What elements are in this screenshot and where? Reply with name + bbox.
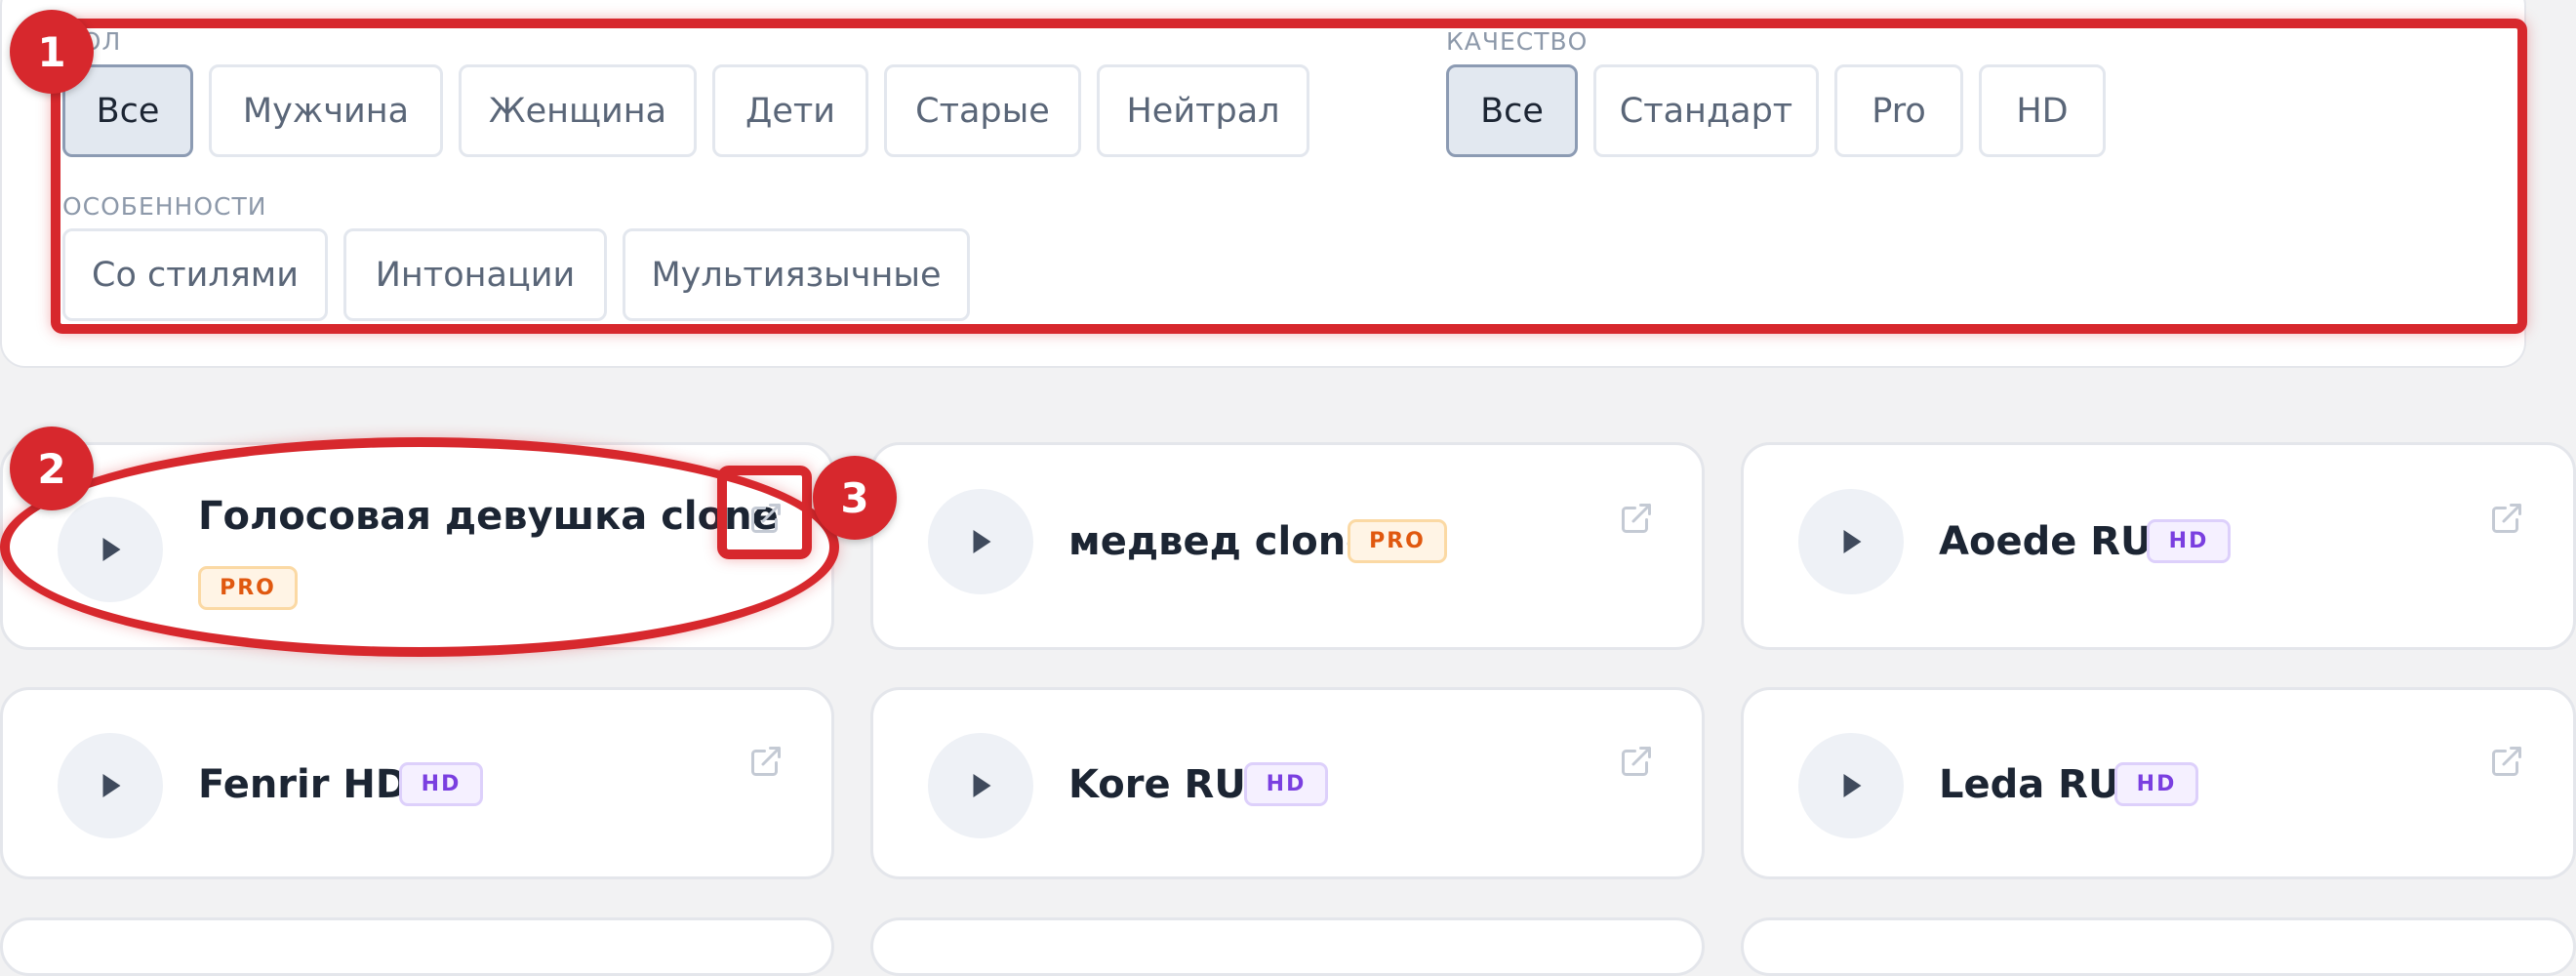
play-icon [1843,774,1862,797]
play-button[interactable] [928,733,1033,838]
voice-card[interactable]: Kore RU HD [870,687,1705,879]
voice-card[interactable]: Fenrir HD HD [0,687,834,879]
external-link-icon[interactable] [1619,744,1654,779]
voice-card[interactable]: медвед clone PRO [870,442,1705,650]
voice-name: медвед clone [1068,519,1373,564]
quality-badge: PRO [1348,519,1447,563]
play-button[interactable] [928,489,1033,594]
play-button[interactable] [1798,489,1904,594]
external-link-icon[interactable] [2489,501,2524,536]
annotation-number: 2 [10,427,94,510]
quality-badge: HD [2147,519,2231,563]
quality-badge: HD [2114,762,2198,806]
annotation-box-open-icon [717,466,812,559]
annotation-number: 1 [10,10,94,94]
external-link-icon[interactable] [2489,744,2524,779]
annotation-ellipse-first-card [0,437,839,657]
voice-name: Aoede RU [1939,519,2153,564]
annotation-number: 3 [813,456,897,540]
external-link-icon[interactable] [1619,501,1654,536]
voice-card[interactable]: Aoede RU HD [1741,442,2576,650]
voice-name: Leda RU [1939,762,2120,807]
play-icon [973,530,991,553]
play-button[interactable] [58,733,163,838]
quality-badge: HD [1244,762,1328,806]
voice-card-partial[interactable] [0,917,834,976]
voice-card-partial[interactable] [1741,917,2576,976]
play-icon [973,774,991,797]
external-link-icon[interactable] [748,744,784,779]
voice-card[interactable]: Leda RU HD [1741,687,2576,879]
play-button[interactable] [1798,733,1904,838]
voice-card-partial[interactable] [870,917,1705,976]
play-icon [1843,530,1862,553]
voice-name: Fenrir HD [198,762,409,807]
play-icon [102,774,121,797]
quality-badge: HD [399,762,483,806]
voice-name: Kore RU [1068,762,1246,807]
annotation-box-filters [51,19,2527,334]
